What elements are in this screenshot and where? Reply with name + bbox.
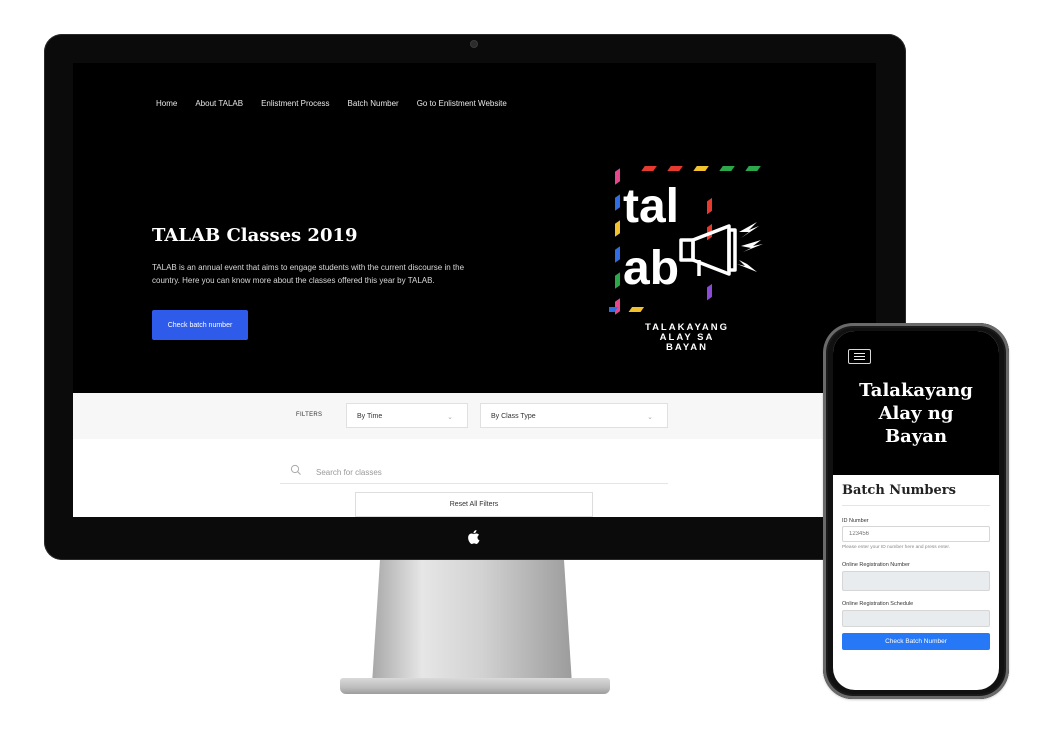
mobile-title-line-1: Talakayang: [859, 380, 973, 401]
reset-filters-button[interactable]: Reset All Filters: [355, 492, 593, 517]
reg-number-label: Online Registration Number: [842, 562, 910, 568]
class-type-filter-value: By Class Type: [491, 413, 536, 420]
phone-notch: [869, 331, 963, 345]
apple-logo-icon: [468, 530, 480, 545]
hero-title: TALAB Classes 2019: [152, 225, 358, 246]
nav-about-talab[interactable]: About TALAB: [195, 99, 243, 108]
desktop-screen: Home About TALAB Enlistment Process Batc…: [73, 63, 876, 517]
logo-text-tal: tal: [623, 180, 679, 233]
top-nav: Home About TALAB Enlistment Process Batc…: [156, 99, 525, 108]
search-input[interactable]: [314, 463, 658, 481]
mobile-title: Talakayang Alay ng Bayan: [833, 379, 999, 448]
chevron-down-icon: ⌄: [647, 414, 653, 421]
imac-camera: [471, 41, 477, 47]
reg-schedule-label: Online Registration Schedule: [842, 601, 914, 607]
search-row: [280, 463, 668, 484]
imac-stand-base: [340, 678, 610, 694]
logo-text-ab: ab: [623, 242, 679, 295]
talab-logo: tal ab TALAKAYANG ALAY SA BAYAN: [524, 160, 779, 353]
batch-number-form: Batch Numbers ID Number Please enter you…: [842, 483, 990, 650]
form-heading: Batch Numbers: [842, 483, 990, 506]
mobile-title-line-3: Bayan: [884, 426, 948, 447]
hero-description: TALAB is an annual event that aims to en…: [152, 263, 465, 285]
mobile-header: Talakayang Alay ng Bayan: [833, 331, 999, 475]
search-icon: [290, 464, 301, 475]
chevron-down-icon: ⌄: [447, 414, 453, 421]
id-number-label: ID Number: [842, 518, 869, 524]
check-batch-number-mobile-button[interactable]: Check Batch Number: [842, 633, 990, 650]
imac-stand: [372, 560, 572, 684]
classes-content: Reset All Filters: [73, 439, 876, 517]
logo-tagline-3: BAYAN: [666, 342, 708, 350]
megaphone-icon: [679, 224, 737, 276]
nav-enlistment-website[interactable]: Go to Enlistment Website: [417, 99, 507, 108]
check-batch-number-button[interactable]: Check batch number: [152, 310, 248, 340]
mobile-screen: Talakayang Alay ng Bayan Batch Numbers I…: [833, 331, 999, 690]
filters-bar: FILTERS By Time ⌄ By Class Type ⌄: [73, 393, 876, 440]
hamburger-menu-icon[interactable]: [848, 349, 871, 364]
id-number-field[interactable]: [842, 526, 990, 542]
time-filter-value: By Time: [357, 413, 383, 420]
sound-lines-icon: [737, 222, 763, 272]
nav-batch-number[interactable]: Batch Number: [348, 99, 399, 108]
nav-enlistment-process[interactable]: Enlistment Process: [261, 99, 329, 108]
time-filter-select[interactable]: By Time ⌄: [346, 403, 468, 428]
nav-home[interactable]: Home: [156, 99, 177, 108]
reg-number-field: [842, 571, 990, 591]
id-number-help: Please enter your ID number here and pre…: [842, 545, 950, 550]
reg-schedule-field: [842, 610, 990, 627]
talab-logo-graphic: tal ab TALAKAYANG ALAY SA BAYAN: [524, 166, 763, 353]
filters-label: FILTERS: [296, 412, 323, 418]
mobile-title-line-2: Alay ng: [878, 403, 954, 424]
class-type-filter-select[interactable]: By Class Type ⌄: [480, 403, 668, 428]
